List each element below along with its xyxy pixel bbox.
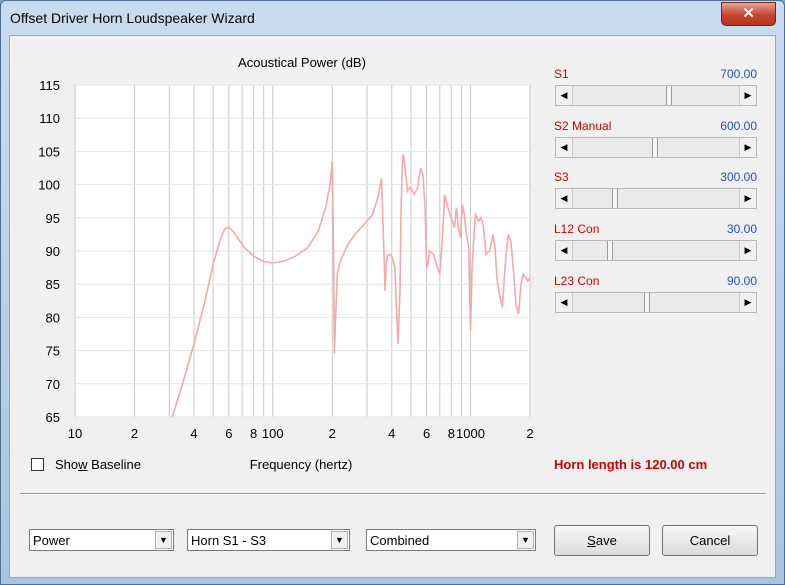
show-baseline-label-post: Baseline — [87, 457, 142, 472]
save-accel-key: S — [587, 533, 596, 548]
x-axis-label: Frequency (hertz) — [250, 457, 353, 472]
slider-scrollbar[interactable]: ◀ ▶ — [555, 292, 757, 313]
slider-label: S2 Manual — [554, 119, 612, 133]
x-tick-label: 2 — [131, 426, 138, 441]
chevron-down-icon[interactable]: ▼ — [331, 531, 348, 549]
slider-label: L12 Con — [554, 222, 600, 236]
slider-label: S1 — [554, 67, 569, 81]
dialog-client-area: Acoustical Power (dB) 115 110 105 100 95 90 85… — [9, 35, 776, 578]
slider-label: L23 Con — [554, 274, 600, 288]
slider-label: S3 — [554, 170, 569, 184]
x-tick-label: 4 — [388, 426, 395, 441]
y-tick-label: 90 — [46, 244, 60, 259]
horn-section-value: Horn S1 - S3 — [191, 533, 267, 548]
slider-value: 300.00 — [720, 170, 757, 184]
chevron-down-icon[interactable]: ▼ — [517, 531, 534, 549]
y-tick-label: 70 — [46, 377, 60, 392]
slider-thumb[interactable] — [666, 86, 672, 105]
slider-value: 600.00 — [720, 119, 757, 133]
chevron-down-icon[interactable]: ▼ — [155, 531, 172, 549]
horn-length-status: Horn length is 120.00 cm — [554, 457, 708, 472]
chart-title: Acoustical Power (dB) — [238, 55, 366, 70]
slider-scrollbar[interactable]: ◀ ▶ — [555, 85, 757, 106]
x-tick-labels: 10 2 4 6 8 100 2 4 6 8 1000 2 — [68, 426, 534, 441]
slider-thumb[interactable] — [644, 293, 650, 312]
scroll-left-arrow-icon[interactable]: ◀ — [556, 138, 573, 157]
y-tick-labels: 115 110 105 100 95 90 85 80 75 70 65 — [38, 78, 60, 425]
cancel-button[interactable]: Cancel — [662, 525, 758, 556]
driver-mode-select[interactable]: Combined ▼ — [366, 529, 536, 551]
y-tick-label: 65 — [46, 410, 60, 425]
scroll-right-arrow-icon[interactable]: ▶ — [739, 86, 756, 105]
x-tick-label: 2 — [526, 426, 533, 441]
show-baseline-checkbox[interactable] — [31, 458, 44, 471]
scroll-right-arrow-icon[interactable]: ▶ — [739, 189, 756, 208]
y-tick-label: 100 — [38, 178, 60, 193]
x-tick-label: 2 — [329, 426, 336, 441]
scroll-left-arrow-icon[interactable]: ◀ — [556, 293, 573, 312]
x-tick-label: 6 — [423, 426, 430, 441]
slider-thumb[interactable] — [612, 189, 618, 208]
output-type-select[interactable]: Power ▼ — [29, 529, 174, 551]
y-tick-label: 80 — [46, 310, 60, 325]
y-tick-label: 110 — [39, 111, 60, 126]
wizard-window: Offset Driver Horn Loudspeaker Wizard ✕ … — [0, 0, 785, 585]
acoustical-power-chart: Acoustical Power (dB) 115 110 105 100 95 90 85… — [10, 36, 555, 486]
x-tick-label: 8 — [448, 426, 455, 441]
scroll-left-arrow-icon[interactable]: ◀ — [556, 86, 573, 105]
driver-mode-value: Combined — [370, 533, 430, 548]
scroll-right-arrow-icon[interactable]: ▶ — [739, 138, 756, 157]
y-tick-label: 85 — [46, 277, 60, 292]
slider-scrollbar[interactable]: ◀ ▶ — [555, 188, 757, 209]
slider-scrollbar[interactable]: ◀ ▶ — [555, 240, 757, 261]
x-tick-label: 8 — [250, 426, 257, 441]
slider-thumb[interactable] — [652, 138, 658, 157]
y-tick-label: 105 — [38, 144, 60, 159]
scroll-right-arrow-icon[interactable]: ▶ — [739, 293, 756, 312]
show-baseline-label-pre: Sho — [55, 457, 79, 472]
window-title: Offset Driver Horn Loudspeaker Wizard — [10, 10, 255, 26]
y-tick-label: 75 — [46, 344, 60, 359]
scroll-left-arrow-icon[interactable]: ◀ — [556, 241, 573, 260]
x-tick-label: 4 — [190, 426, 197, 441]
title-bar[interactable]: Offset Driver Horn Loudspeaker Wizard ✕ — [1, 1, 784, 35]
x-tick-label: 1000 — [456, 426, 485, 441]
y-tick-label: 95 — [46, 211, 60, 226]
footer-divider — [20, 493, 766, 495]
y-tick-label: 115 — [39, 78, 60, 93]
slider-scrollbar[interactable]: ◀ ▶ — [555, 137, 757, 158]
scroll-left-arrow-icon[interactable]: ◀ — [556, 189, 573, 208]
x-tick-label: 100 — [262, 426, 284, 441]
x-tick-label: 6 — [225, 426, 232, 441]
output-type-value: Power — [33, 533, 70, 548]
slider-thumb[interactable] — [607, 241, 613, 260]
horn-section-select[interactable]: Horn S1 - S3 ▼ — [187, 529, 350, 551]
scroll-right-arrow-icon[interactable]: ▶ — [739, 241, 756, 260]
show-baseline-label[interactable]: Show Baseline — [55, 457, 141, 472]
slider-value: 30.00 — [726, 222, 757, 236]
close-button[interactable]: ✕ — [721, 2, 776, 26]
save-button[interactable]: Save — [554, 525, 650, 556]
save-label-rest: ave — [595, 533, 617, 548]
x-tick-label: 10 — [68, 426, 82, 441]
slider-value: 700.00 — [720, 67, 757, 81]
show-baseline-accel-key: w — [78, 457, 88, 472]
chart-svg: Acoustical Power (dB) 115 110 105 100 95 90 85… — [38, 55, 534, 472]
slider-value: 90.00 — [726, 274, 757, 288]
